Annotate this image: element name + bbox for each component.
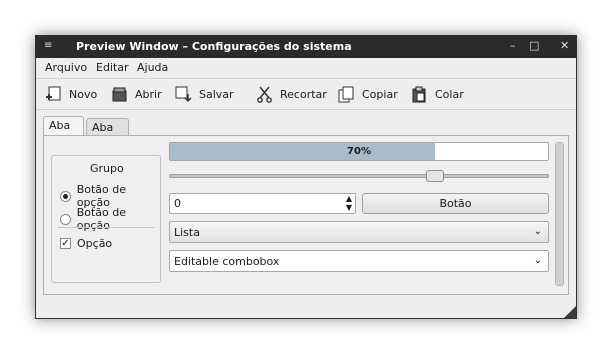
copy-label: Copiar xyxy=(362,87,398,101)
push-button[interactable]: Botão xyxy=(362,193,549,214)
option-checkbox[interactable]: ✓ Opção xyxy=(60,237,112,250)
chevron-down-icon[interactable]: ⌄ xyxy=(534,255,542,266)
new-file-icon xyxy=(46,86,61,100)
tab-aba-1[interactable]: Aba 1 xyxy=(43,116,84,150)
group-divider xyxy=(58,227,154,228)
save-button[interactable]: Salvar xyxy=(175,83,234,105)
radio-option-2[interactable]: Botão de opção xyxy=(60,206,160,232)
menu-arquivo[interactable]: Arquivo xyxy=(45,61,87,74)
chevron-down-icon: ⌄ xyxy=(533,226,542,237)
menu-ajuda[interactable]: Ajuda xyxy=(137,61,168,74)
radio-indicator-checked xyxy=(60,190,71,202)
resize-grip-icon[interactable] xyxy=(564,306,576,318)
preview-window: ≡ Preview Window – Configurações do sist… xyxy=(35,35,577,319)
save-label: Salvar xyxy=(199,87,234,101)
toolbar: Novo Abrir Salvar Recortar Copiar Colar xyxy=(36,78,576,110)
option-checkbox-label: Opção xyxy=(77,237,113,250)
save-icon xyxy=(175,86,192,102)
spinbox-arrows-icon[interactable]: ▲ ▼ xyxy=(346,194,352,212)
minimize-icon[interactable]: – xyxy=(510,39,516,52)
radio-indicator-unchecked xyxy=(60,213,71,225)
editable-combobox[interactable]: Editable combobox ⌄ xyxy=(169,250,549,272)
menu-bar: Arquivo Editar Ajuda xyxy=(36,58,576,78)
open-icon xyxy=(112,87,127,101)
paste-button[interactable]: Colar xyxy=(411,83,464,105)
option-group: Grupo Botão de opção Botão de opção ✓ Op… xyxy=(51,155,161,283)
progress-bar: 70% xyxy=(169,142,549,161)
open-button[interactable]: Abrir xyxy=(111,83,162,105)
slider-handle[interactable] xyxy=(425,170,444,182)
window-title: Preview Window – Configurações do sistem… xyxy=(76,40,352,53)
vertical-scrollbar[interactable] xyxy=(555,142,564,286)
new-button[interactable]: Novo xyxy=(45,83,97,105)
new-label: Novo xyxy=(69,87,98,101)
slider[interactable] xyxy=(169,170,549,182)
cut-label: Recortar xyxy=(280,87,327,101)
list-combobox[interactable]: Lista ⌄ xyxy=(169,221,549,243)
copy-button[interactable]: Copiar xyxy=(338,83,398,105)
open-label: Abrir xyxy=(135,87,162,101)
scissors-icon xyxy=(257,86,272,103)
menu-editar[interactable]: Editar xyxy=(96,61,129,74)
spinbox-value: 0 xyxy=(174,197,181,210)
paste-icon xyxy=(412,86,426,102)
radio-option-2-label: Botão de opção xyxy=(76,206,127,232)
close-icon[interactable]: ✕ xyxy=(560,39,569,52)
maximize-icon[interactable]: □ xyxy=(529,39,539,52)
progress-text: 70% xyxy=(347,146,371,157)
window-menu-icon[interactable]: ≡ xyxy=(44,40,52,51)
tab-panel: Grupo Botão de opção Botão de opção ✓ Op… xyxy=(43,135,569,295)
list-combobox-value: Lista xyxy=(174,226,200,239)
group-title: Grupo xyxy=(90,162,124,175)
title-bar[interactable]: ≡ Preview Window – Configurações do sist… xyxy=(36,36,576,58)
spinbox[interactable]: 0 ▲ ▼ xyxy=(169,193,356,214)
cut-button[interactable]: Recortar xyxy=(256,83,327,105)
scrollbar-thumb[interactable] xyxy=(556,143,563,285)
copy-icon xyxy=(338,86,354,102)
editable-combobox-value: Editable combobox xyxy=(174,255,280,268)
checkmark-icon: ✓ xyxy=(60,238,71,249)
paste-label: Colar xyxy=(435,87,464,101)
